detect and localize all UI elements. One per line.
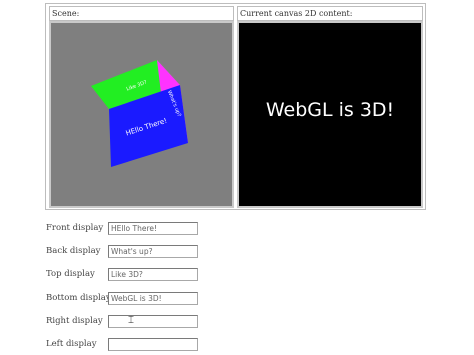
canvas-text: WebGL is 3D! xyxy=(265,99,395,121)
scene-header: Scene: xyxy=(49,6,234,21)
left-display-label: Left display xyxy=(46,339,97,349)
top-display-label: Top display xyxy=(46,269,95,279)
canvas-2d-content: WebGL is 3D! xyxy=(237,21,423,208)
i-beam-cursor-icon: ⌶ xyxy=(128,315,134,326)
bottom-display-label: Bottom display xyxy=(46,293,111,303)
left-display-row: Left display xyxy=(46,338,206,354)
top-display-row: Top display Like 3D? xyxy=(46,268,206,284)
top-display-input[interactable]: Like 3D? xyxy=(108,268,198,281)
back-display-row: Back display What's up? xyxy=(46,245,206,261)
back-display-label: Back display xyxy=(46,246,101,256)
bottom-display-row: Bottom display WebGL is 3D! xyxy=(46,292,206,308)
webgl-scene-canvas[interactable]: Like 3D? What's up? HEllo There! xyxy=(49,21,234,208)
right-display-cursor-layer: ⌶ xyxy=(108,315,198,328)
front-display-input[interactable]: HEllo There! xyxy=(108,222,198,235)
bottom-display-input[interactable]: WebGL is 3D! xyxy=(108,292,198,305)
front-display-row: Front display HEllo There! xyxy=(46,222,206,238)
cube-scene: Like 3D? What's up? HEllo There! xyxy=(91,60,188,167)
right-display-label: Right display xyxy=(46,316,103,326)
back-display-input[interactable]: What's up? xyxy=(108,245,198,258)
canvas-content-header: Current canvas 2D content: xyxy=(237,6,423,21)
front-display-label: Front display xyxy=(46,223,104,233)
left-display-input[interactable] xyxy=(108,338,198,351)
right-display-row: Right display ⌶ xyxy=(46,315,206,331)
page: Scene: Current canvas 2D content: Like 3… xyxy=(0,0,474,355)
display-table: Scene: Current canvas 2D content: Like 3… xyxy=(45,3,426,210)
